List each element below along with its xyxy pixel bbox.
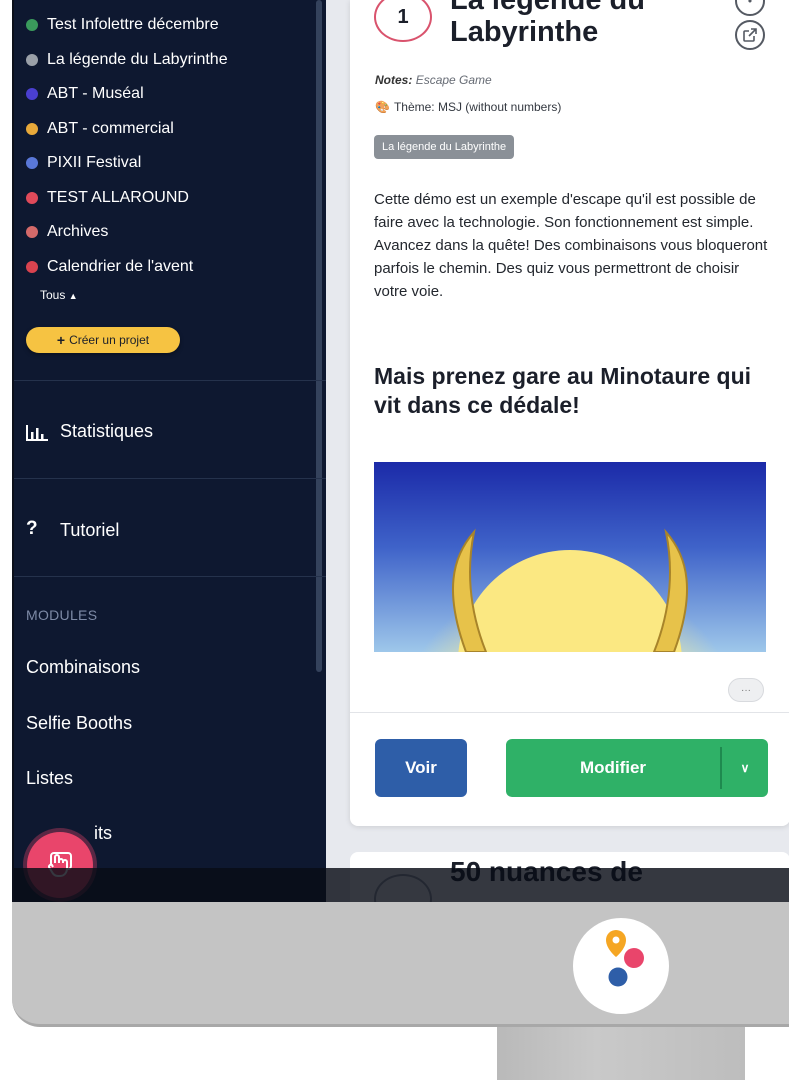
sidebar-project-item[interactable]: ABT - Muséal [26,77,316,112]
project-label: La légende du Labyrinthe [47,50,228,68]
edit-button[interactable]: Modifier [506,739,720,797]
open-external-button[interactable] [735,20,765,50]
monitor-chin [12,900,789,1027]
project-color-dot-icon [26,122,38,135]
sidebar-divider [14,478,326,479]
main-content: 1 La légende du Labyrinthe • Notes: Esca… [326,0,789,902]
edit-dropdown-toggle[interactable]: ∨ [722,739,768,797]
sidebar-item-label: Tutoriel [60,520,120,540]
project-color-dot-icon [26,88,38,101]
brand-logo [573,918,669,1014]
card-divider [350,712,789,713]
card-title-line1: La légende du [450,0,645,16]
project-label: Calendrier de l'avent [47,257,194,275]
project-list: Test Infolettre décembre La légende du La… [26,8,316,284]
action-icon: • [747,0,753,8]
project-label: Test Infolettre décembre [47,16,219,34]
card-title: La légende du Labyrinthe [450,0,700,48]
theme-text: Thème: MSJ (without numbers) [393,100,562,114]
sidebar-item-label: Statistiques [60,421,154,441]
project-color-dot-icon [26,260,38,273]
show-all-label: Tous [40,288,66,302]
show-all-toggle[interactable]: Tous ▲ [40,288,78,302]
sidebar-item-partial[interactable]: its [94,823,112,844]
card-action-button[interactable]: • [735,0,765,16]
question-mark-icon: ? [26,517,38,539]
modules-heading: MODULES [26,607,98,623]
sidebar-project-item[interactable]: PIXII Festival [26,146,316,181]
sidebar-item-statistics[interactable]: Statistiques [26,421,153,442]
sidebar-project-item[interactable]: Archives [26,215,316,250]
notes-value: Escape Game [415,73,492,87]
sidebar-scrollbar[interactable] [316,0,322,672]
notes-label: Notes: [375,73,413,87]
project-color-dot-icon [26,53,38,66]
card-notes: Notes: Escape Game [375,73,492,87]
card-theme: 🎨 Thème: MSJ (without numbers) [375,100,561,114]
create-project-label: Créer un projet [69,333,150,347]
card-headline: Mais prenez gare au Minotaure qui vit da… [374,363,752,418]
screen-overlay [14,868,789,902]
project-tag: La légende du Labyrinthe [374,135,515,159]
project-label: ABT - commercial [47,119,174,137]
card-description: Cette démo est un exemple d'escape qu'il… [374,191,768,300]
project-color-dot-icon [26,191,38,204]
sidebar-project-item[interactable]: La légende du Labyrinthe [26,43,316,78]
project-label: TEST ALLAROUND [47,188,189,206]
view-button[interactable]: Voir [375,739,467,797]
brand-logo-icon [606,930,644,987]
project-label: PIXII Festival [47,154,142,172]
sidebar-divider [14,380,326,381]
card-illustration [374,462,766,652]
external-link-icon [743,28,757,42]
more-options-button[interactable]: ··· [728,678,764,702]
monitor-mockup: Test Infolettre décembre La légende du La… [0,0,789,1080]
sidebar-item-combinaisons[interactable]: Combinaisons [26,657,140,678]
labyrinth-moon-image [374,462,766,652]
monitor-stand [497,1025,745,1080]
project-label: Archives [47,223,109,241]
chevron-up-icon: ▲ [68,291,78,301]
sidebar-project-item[interactable]: Calendrier de l'avent [26,250,316,285]
sidebar-item-tutorial[interactable]: ? Tutoriel [26,517,120,541]
project-card: 1 La légende du Labyrinthe • Notes: Esca… [350,0,789,826]
project-label: ABT - Muséal [47,85,144,103]
sidebar: Test Infolettre décembre La légende du La… [14,0,326,902]
project-color-dot-icon [26,226,38,239]
sidebar-divider [14,576,326,577]
screen: Test Infolettre décembre La légende du La… [14,0,789,902]
sidebar-item-selfie-booths[interactable]: Selfie Booths [26,713,132,734]
sidebar-project-item[interactable]: TEST ALLAROUND [26,181,316,216]
project-color-dot-icon [26,19,38,32]
project-color-dot-icon [26,157,38,170]
edit-button-group: Modifier ∨ [506,739,768,797]
chevron-down-icon: ∨ [740,761,750,775]
create-project-button[interactable]: + Créer un projet [26,327,180,353]
sidebar-project-item[interactable]: ABT - commercial [26,112,316,147]
card-number-badge: 1 [374,0,432,42]
sidebar-item-listes[interactable]: Listes [26,768,73,789]
card-title-line2: Labyrinthe [450,16,599,48]
palette-icon: 🎨 [375,100,390,114]
bar-chart-icon [26,423,48,441]
plus-icon: + [56,332,66,348]
sidebar-project-item[interactable]: Test Infolettre décembre [26,8,316,43]
